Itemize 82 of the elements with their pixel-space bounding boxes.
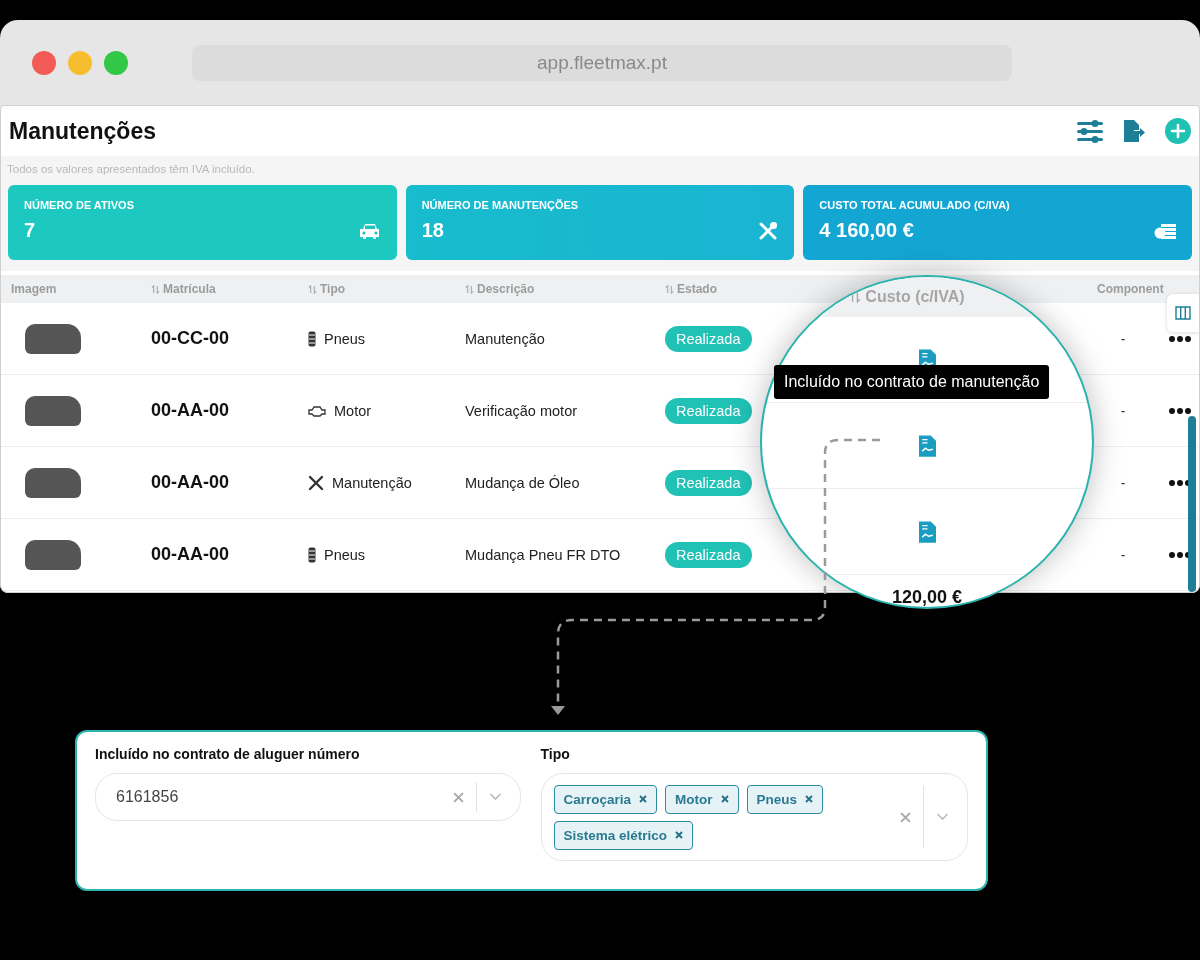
car-icon (358, 222, 381, 239)
remove-icon[interactable] (639, 795, 648, 803)
columns-toggle-button[interactable] (1167, 294, 1199, 332)
type-label: Motor (334, 402, 372, 419)
sort-icon[interactable] (849, 291, 862, 303)
stat-label: CUSTO TOTAL ACUMULADO (C/IVA) (819, 199, 1011, 211)
tools-icon (308, 474, 324, 491)
multi-select-field[interactable]: Carroçaria Motor Pneus Sistema elétrico (540, 773, 968, 861)
select-field[interactable]: 6161856 (95, 773, 521, 821)
columns-icon (1175, 306, 1191, 320)
type-label: Pneus (324, 546, 366, 563)
chevron-down-icon[interactable] (488, 793, 502, 801)
description-text: Verificação motor (464, 402, 579, 419)
sort-icon[interactable] (465, 284, 474, 294)
remove-icon[interactable] (720, 795, 729, 803)
maximize-window-dot[interactable] (104, 50, 128, 75)
stat-label: NÚMERO DE MANUTENÇÕES (421, 199, 580, 211)
cost-value: 120,00 € (891, 587, 963, 607)
tire-icon (308, 546, 316, 563)
column-header[interactable]: Component (1097, 282, 1164, 296)
column-header[interactable]: Imagem (11, 282, 57, 296)
tag-chip: Carroçaria (553, 784, 658, 814)
field-label: Incluído no contrato de aluguer número (95, 746, 361, 762)
photo-placeholder (25, 539, 81, 570)
more-icon[interactable] (1169, 407, 1191, 414)
type-label: Manutenção (332, 474, 412, 491)
type-label: Pneus (324, 330, 366, 347)
description-text: Mudança Pneu FR DTO (464, 546, 622, 563)
sort-icon[interactable] (151, 284, 160, 294)
plate-number: 00-AA-00 (150, 472, 231, 493)
tools-icon (758, 220, 779, 241)
status-badge: Realizada (665, 541, 752, 568)
description-text: Manutenção (464, 330, 546, 347)
stat-value: 7 (24, 219, 36, 242)
sort-icon[interactable] (308, 284, 317, 294)
tag-chip: Sistema elétrico (553, 820, 694, 850)
sort-icon[interactable] (665, 284, 674, 294)
stat-value: 4 160,00 € (819, 219, 914, 242)
photo-placeholder (25, 323, 81, 354)
address-bar[interactable]: app.fleetmax.pt (192, 44, 1012, 81)
component-value: - (1119, 402, 1127, 419)
status-badge: Realizada (665, 325, 752, 352)
component-value: - (1119, 330, 1127, 347)
description-text: Mudança de Óleo (464, 474, 581, 491)
export-file-icon[interactable] (1122, 119, 1146, 143)
page-title: Manutenções (9, 117, 156, 145)
tag-chip: Pneus (746, 784, 824, 814)
scrollbar-thumb[interactable] (1188, 416, 1196, 592)
close-window-dot[interactable] (32, 50, 56, 75)
add-icon[interactable] (1165, 118, 1191, 144)
more-icon[interactable] (1169, 479, 1191, 486)
remove-icon[interactable] (805, 795, 814, 803)
status-badge: Realizada (665, 397, 752, 424)
engine-icon (308, 404, 326, 417)
money-icon (1154, 222, 1176, 239)
plate-number: 00-CC-00 (150, 328, 231, 349)
clear-icon[interactable] (452, 791, 464, 803)
filter-sliders-icon[interactable] (1077, 119, 1103, 143)
clear-icon[interactable] (900, 811, 911, 823)
component-value: - (1119, 546, 1127, 563)
photo-placeholder (25, 467, 81, 498)
tire-icon (308, 330, 316, 347)
more-icon[interactable] (1169, 551, 1191, 558)
chevron-down-icon[interactable] (936, 813, 949, 821)
remove-icon[interactable] (675, 831, 684, 839)
tag-chip: Motor (665, 784, 739, 814)
column-header[interactable]: Tipo (320, 282, 346, 296)
column-header[interactable]: Custo (c/IVA) (865, 288, 965, 306)
field-label: Tipo (540, 746, 571, 762)
stat-label: NÚMERO DE ATIVOS (24, 199, 135, 211)
stat-value: 18 (421, 219, 444, 242)
tooltip: Incluído no contrato de manutenção (774, 365, 1050, 399)
more-icon[interactable] (1169, 335, 1191, 342)
minimize-window-dot[interactable] (68, 50, 92, 75)
column-header[interactable]: Descrição (477, 282, 535, 296)
status-badge: Realizada (665, 469, 752, 496)
column-header[interactable]: Estado (677, 282, 717, 296)
column-header[interactable]: Matrícula (163, 282, 216, 296)
plate-number: 00-AA-00 (150, 400, 231, 421)
plate-number: 00-AA-00 (150, 544, 231, 565)
photo-placeholder (25, 395, 81, 426)
component-value: - (1119, 474, 1127, 491)
